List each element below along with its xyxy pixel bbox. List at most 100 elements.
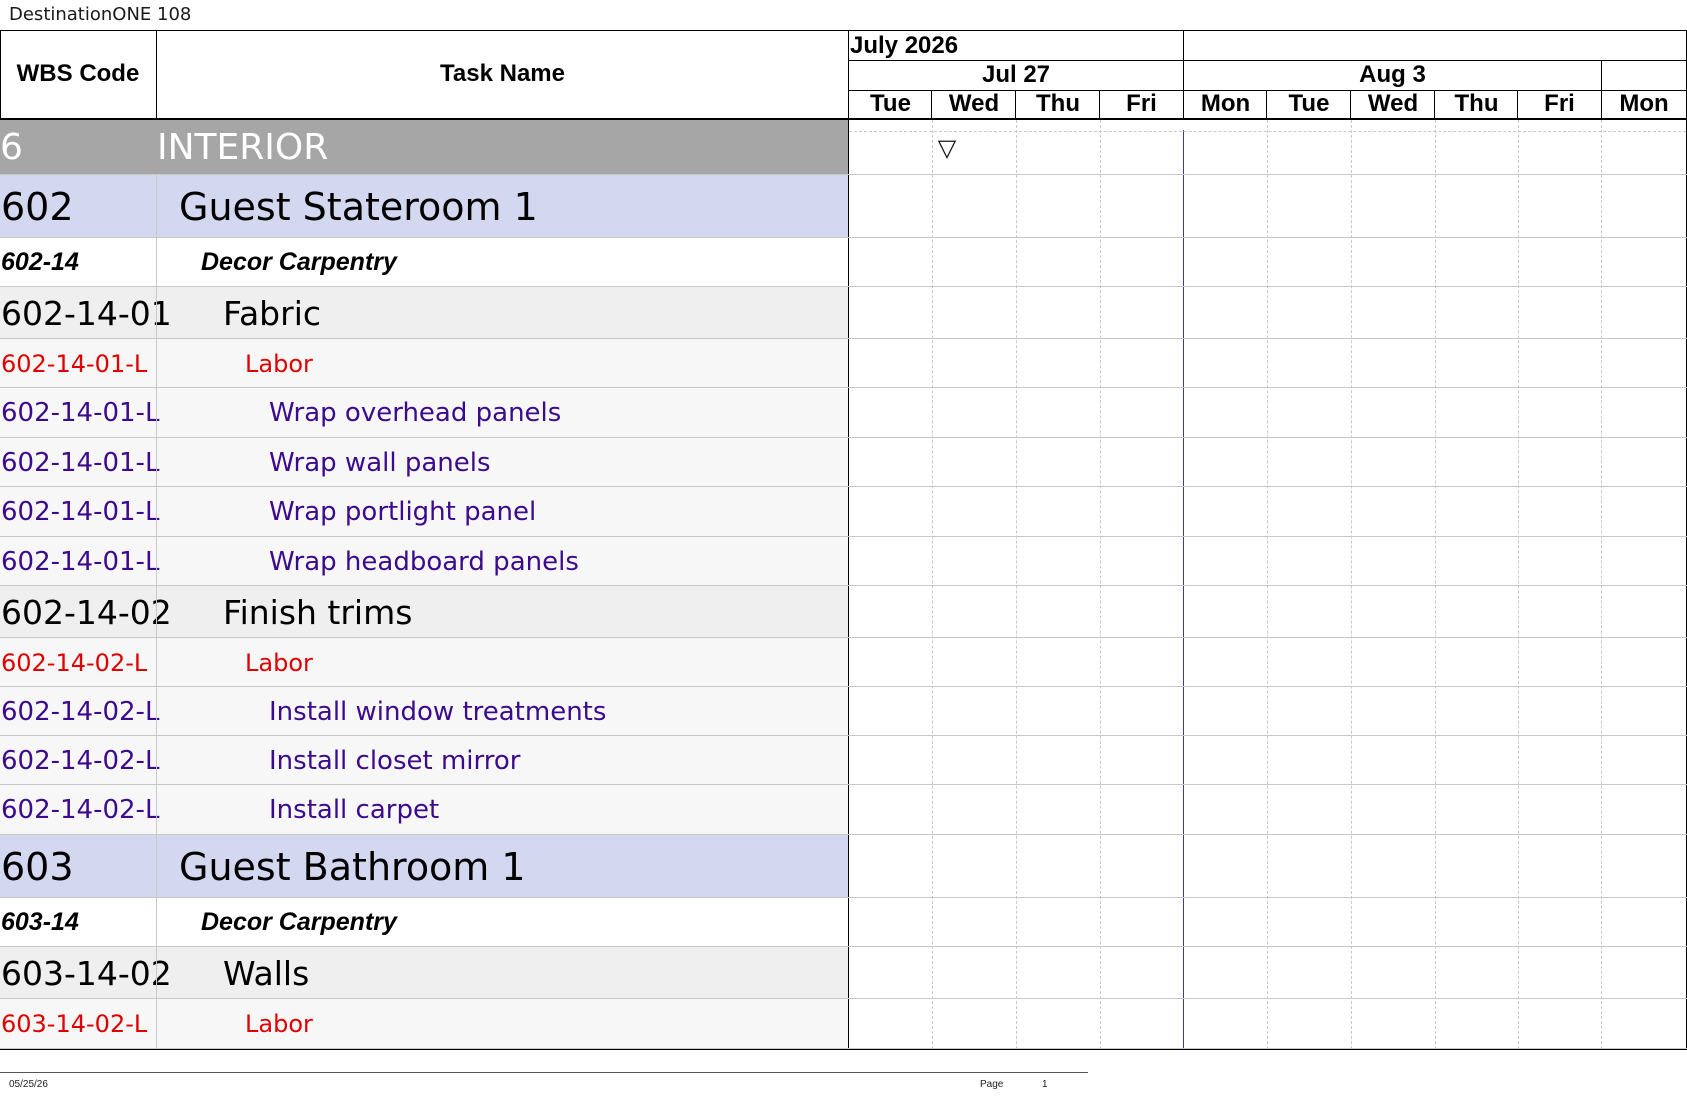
room-row[interactable]: 603 Guest Bathroom 1 — [0, 835, 848, 898]
task-name: Labor — [245, 648, 313, 677]
labor-row[interactable]: 602-14-02-L Labor — [0, 638, 848, 687]
day-header-divider — [1434, 91, 1435, 119]
labor-row[interactable]: 603-14-02-L Labor — [0, 999, 848, 1049]
day-label: Wed — [948, 90, 1000, 117]
wbs-column-header[interactable]: WBS Code — [0, 30, 156, 118]
week-label-jul-27: Jul 27 — [981, 61, 1051, 88]
footer-date: 05/25/26 — [9, 1079, 48, 1090]
wbs-code: 602-14-02-L — [1, 696, 160, 727]
day-label: Tue — [1288, 90, 1330, 117]
month-boundary — [1183, 30, 1184, 60]
table-bottom-border — [0, 1049, 1687, 1050]
row-divider — [0, 585, 1687, 586]
day-label: Mon — [1619, 90, 1669, 117]
task-row[interactable]: 602-14-02-L Install carpet — [0, 785, 848, 835]
row-divider — [0, 536, 1687, 537]
row-divider — [0, 897, 1687, 898]
row-divider — [0, 237, 1687, 238]
task-row[interactable]: 602-14-01-L Wrap overhead panels — [0, 388, 848, 438]
wbs-code: 602 — [1, 184, 74, 229]
task-row[interactable]: 602-14-01-L Wrap portlight panel — [0, 487, 848, 537]
wbs-code: 603-14-02 — [1, 953, 172, 993]
wbs-code: 602-14-02-L — [1, 745, 160, 776]
task-name: Decor Carpentry — [201, 908, 397, 936]
row-divider — [0, 437, 1687, 438]
task-name: Guest Bathroom 1 — [179, 844, 526, 889]
row-divider — [0, 387, 1687, 388]
day-header-divider — [1183, 91, 1184, 119]
task-row[interactable]: 602-14-02-L Install window treatments — [0, 687, 848, 736]
wbs-code: 602-14-02 — [1, 592, 172, 632]
day-label: Thu — [1454, 90, 1499, 117]
trade-row[interactable]: 603-14 Decor Carpentry — [0, 898, 848, 947]
section-row[interactable]: 6 INTERIOR — [0, 120, 848, 175]
app-title: DestinationONE 108 — [9, 4, 192, 25]
day-header-divider — [1266, 91, 1267, 119]
row-divider — [0, 486, 1687, 487]
row-divider — [0, 338, 1687, 339]
row-divider — [0, 735, 1687, 736]
task-name: Decor Carpentry — [201, 248, 397, 276]
day-header-divider — [1601, 91, 1602, 119]
room-row[interactable]: 602 Guest Stateroom 1 — [0, 175, 848, 238]
wbs-code: 602-14-01-L — [1, 447, 160, 478]
item-row[interactable]: 603-14-02 Walls — [0, 947, 848, 999]
wbs-code: 602-14-02-L — [1, 795, 160, 825]
wbs-code: 602-14 — [1, 248, 79, 276]
day-label: Thu — [1036, 90, 1080, 117]
task-name: Guest Stateroom 1 — [179, 184, 538, 229]
task-name: Labor — [245, 349, 313, 378]
wbs-code: 602-14-02-L — [1, 648, 148, 677]
task-name: Labor — [245, 1010, 313, 1038]
wbs-code: 602-14-01-L — [1, 349, 148, 378]
row-divider — [0, 998, 1687, 999]
footer-page-number: 1 — [1042, 1079, 1048, 1090]
task-name: Fabric — [223, 293, 322, 333]
item-row[interactable]: 602-14-02 Finish trims — [0, 586, 848, 638]
task-name: Install window treatments — [269, 696, 607, 727]
day-label: Tue — [870, 90, 911, 117]
row-divider — [0, 834, 1687, 835]
task-name: Wrap overhead panels — [269, 398, 562, 428]
row-divider — [0, 637, 1687, 638]
day-header-divider — [1015, 91, 1016, 119]
task-name: Wrap portlight panel — [269, 497, 537, 527]
day-label: Fri — [1544, 90, 1575, 117]
day-label: Mon — [1200, 90, 1251, 117]
wbs-code: 602-14-01-L — [1, 546, 160, 577]
task-name: Install carpet — [269, 795, 440, 825]
week-boundary-line — [1183, 130, 1184, 1049]
collapse-marker[interactable]: ▽ — [932, 134, 962, 163]
task-name: Finish trims — [223, 592, 413, 632]
day-label: Wed — [1367, 90, 1419, 117]
wbs-code: 603 — [1, 844, 74, 889]
trade-row[interactable]: 602-14 Decor Carpentry — [0, 238, 848, 287]
task-column-header[interactable]: Task Name — [157, 30, 848, 118]
row-divider — [0, 286, 1687, 287]
wbs-code: 602-14-01 — [1, 293, 172, 333]
week-label-aug-3: Aug 3 — [1359, 61, 1426, 88]
task-name: Wrap wall panels — [269, 447, 491, 478]
day-label: Fri — [1126, 90, 1157, 117]
labor-row[interactable]: 602-14-01-L Labor — [0, 339, 848, 388]
task-name: Install closet mirror — [269, 745, 521, 776]
item-row[interactable]: 602-14-01 Fabric — [0, 287, 848, 339]
row-divider — [0, 686, 1687, 687]
task-name: Wrap headboard panels — [269, 546, 579, 577]
footer-rule — [0, 1072, 1088, 1073]
wbs-code: 603-14 — [1, 908, 79, 936]
wbs-code: 6 — [0, 127, 23, 168]
section-dashed-line — [849, 131, 1686, 132]
month-label: July 2026 — [850, 32, 959, 59]
task-row[interactable]: 602-14-02-L Install closet mirror — [0, 736, 848, 785]
footer-page-label: Page — [980, 1079, 1004, 1090]
wbs-code: 603-14-02-L — [1, 1010, 148, 1038]
row-divider — [0, 1048, 1687, 1049]
task-name: INTERIOR — [157, 127, 329, 168]
task-row[interactable]: 602-14-01-L Wrap headboard panels — [0, 537, 848, 586]
day-header-divider — [1099, 91, 1100, 119]
day-header-divider — [931, 91, 932, 119]
task-row[interactable]: 602-14-01-L Wrap wall panels — [0, 438, 848, 487]
wbs-code: 602-14-01-L — [1, 497, 160, 527]
row-divider — [0, 174, 1687, 175]
